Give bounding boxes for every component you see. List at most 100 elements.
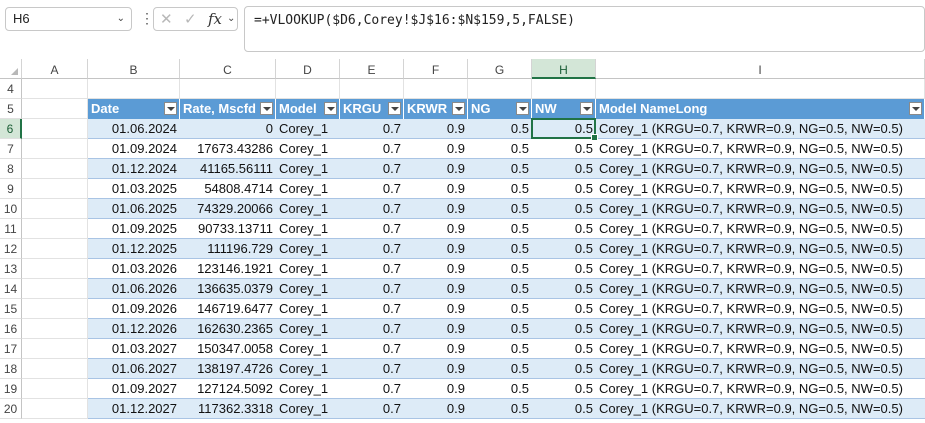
chevron-down-icon[interactable]: ⌄ <box>117 8 125 30</box>
table-cell[interactable]: 146719.6477 <box>180 299 276 319</box>
table-cell[interactable]: 0.7 <box>340 179 404 199</box>
empty-cell[interactable] <box>22 299 88 319</box>
check-icon[interactable]: ✓ <box>184 10 197 28</box>
empty-cell[interactable] <box>22 259 88 279</box>
column-header-e[interactable]: E <box>340 59 404 79</box>
empty-cell[interactable] <box>276 79 340 99</box>
row-header-7[interactable]: 7 <box>0 139 22 159</box>
table-cell[interactable]: Corey_1 (KRGU=0.7, KRWR=0.9, NG=0.5, NW=… <box>596 179 925 199</box>
table-cell[interactable]: Corey_1 (KRGU=0.7, KRWR=0.9, NG=0.5, NW=… <box>596 199 925 219</box>
name-box[interactable]: H6 ⌄ <box>5 7 132 31</box>
filter-dropdown-icon[interactable] <box>324 102 337 115</box>
table-header-cell[interactable]: Rate, Mscfd <box>180 99 276 119</box>
table-cell[interactable]: 0.7 <box>340 299 404 319</box>
table-header-cell[interactable]: Model <box>276 99 340 119</box>
column-header-f[interactable]: F <box>404 59 468 79</box>
table-cell[interactable]: 0.5 <box>532 119 596 139</box>
filter-dropdown-icon[interactable] <box>909 102 922 115</box>
filter-dropdown-icon[interactable] <box>260 102 273 115</box>
table-cell[interactable]: 01.12.2024 <box>88 159 180 179</box>
table-cell[interactable]: 0.5 <box>532 379 596 399</box>
table-cell[interactable]: 01.12.2027 <box>88 399 180 419</box>
table-cell[interactable]: Corey_1 <box>276 259 340 279</box>
table-cell[interactable]: Corey_1 (KRGU=0.7, KRWR=0.9, NG=0.5, NW=… <box>596 359 925 379</box>
table-cell[interactable]: 0.7 <box>340 339 404 359</box>
row-header-8[interactable]: 8 <box>0 159 22 179</box>
table-cell[interactable]: 0.7 <box>340 259 404 279</box>
table-cell[interactable]: Corey_1 <box>276 399 340 419</box>
table-cell[interactable]: 01.09.2025 <box>88 219 180 239</box>
table-cell[interactable]: 136635.0379 <box>180 279 276 299</box>
table-cell[interactable]: 0.7 <box>340 379 404 399</box>
table-cell[interactable]: Corey_1 <box>276 119 340 139</box>
table-cell[interactable]: 0.5 <box>468 139 532 159</box>
table-cell[interactable]: 74329.20066 <box>180 199 276 219</box>
table-cell[interactable]: 138197.4726 <box>180 359 276 379</box>
close-icon[interactable]: ✕ <box>160 10 173 28</box>
empty-cell[interactable] <box>22 199 88 219</box>
table-cell[interactable]: Corey_1 <box>276 199 340 219</box>
table-cell[interactable]: Corey_1 <box>276 139 340 159</box>
filter-dropdown-icon[interactable] <box>580 102 593 115</box>
table-header-cell[interactable]: Date <box>88 99 180 119</box>
table-cell[interactable]: 54808.4714 <box>180 179 276 199</box>
empty-cell[interactable] <box>22 359 88 379</box>
table-cell[interactable]: 0.7 <box>340 119 404 139</box>
filter-dropdown-icon[interactable] <box>388 102 401 115</box>
table-cell[interactable]: 0.9 <box>404 339 468 359</box>
more-options-icon[interactable]: ⋮ <box>140 10 154 27</box>
table-cell[interactable]: 0.9 <box>404 299 468 319</box>
table-cell[interactable]: 0.5 <box>532 359 596 379</box>
table-cell[interactable]: 0 <box>180 119 276 139</box>
table-cell[interactable]: 0.7 <box>340 199 404 219</box>
table-cell[interactable]: 0.5 <box>532 159 596 179</box>
table-cell[interactable]: Corey_1 <box>276 179 340 199</box>
table-cell[interactable]: 0.7 <box>340 359 404 379</box>
row-header-14[interactable]: 14 <box>0 279 22 299</box>
column-header-g[interactable]: G <box>468 59 532 79</box>
formula-input[interactable]: =+VLOOKUP($D6,Corey!$J$16:$N$159,5,FALSE… <box>244 6 925 52</box>
table-cell[interactable]: 0.5 <box>532 259 596 279</box>
table-cell[interactable]: Corey_1 (KRGU=0.7, KRWR=0.9, NG=0.5, NW=… <box>596 279 925 299</box>
table-cell[interactable]: Corey_1 (KRGU=0.7, KRWR=0.9, NG=0.5, NW=… <box>596 119 925 139</box>
empty-cell[interactable] <box>22 219 88 239</box>
row-header-19[interactable]: 19 <box>0 379 22 399</box>
empty-cell[interactable] <box>22 79 88 99</box>
table-cell[interactable]: Corey_1 (KRGU=0.7, KRWR=0.9, NG=0.5, NW=… <box>596 299 925 319</box>
table-cell[interactable]: 0.9 <box>404 279 468 299</box>
table-cell[interactable]: 0.7 <box>340 239 404 259</box>
table-cell[interactable]: 0.5 <box>468 199 532 219</box>
table-cell[interactable]: Corey_1 <box>276 379 340 399</box>
table-cell[interactable]: Corey_1 <box>276 319 340 339</box>
row-header-11[interactable]: 11 <box>0 219 22 239</box>
column-header-d[interactable]: D <box>276 59 340 79</box>
empty-cell[interactable] <box>596 79 925 99</box>
table-cell[interactable]: 01.06.2026 <box>88 279 180 299</box>
table-cell[interactable]: 150347.0058 <box>180 339 276 359</box>
row-header-12[interactable]: 12 <box>0 239 22 259</box>
table-cell[interactable]: 0.9 <box>404 199 468 219</box>
table-cell[interactable]: Corey_1 (KRGU=0.7, KRWR=0.9, NG=0.5, NW=… <box>596 339 925 359</box>
table-cell[interactable]: 0.5 <box>468 359 532 379</box>
table-cell[interactable]: 01.06.2027 <box>88 359 180 379</box>
column-header-h[interactable]: H <box>532 59 596 79</box>
empty-cell[interactable] <box>22 159 88 179</box>
table-cell[interactable]: 0.5 <box>532 199 596 219</box>
fx-icon[interactable]: fx <box>208 10 222 28</box>
empty-cell[interactable] <box>88 79 180 99</box>
table-cell[interactable]: 01.03.2025 <box>88 179 180 199</box>
table-cell[interactable]: Corey_1 (KRGU=0.7, KRWR=0.9, NG=0.5, NW=… <box>596 239 925 259</box>
table-cell[interactable]: Corey_1 <box>276 279 340 299</box>
table-cell[interactable]: 0.9 <box>404 159 468 179</box>
chevron-down-icon[interactable]: ⌄ <box>227 13 235 24</box>
row-header-16[interactable]: 16 <box>0 319 22 339</box>
table-cell[interactable]: 117362.3318 <box>180 399 276 419</box>
table-cell[interactable]: 0.9 <box>404 179 468 199</box>
table-cell[interactable]: 111196.729 <box>180 239 276 259</box>
table-cell[interactable]: 0.7 <box>340 159 404 179</box>
table-cell[interactable]: 0.5 <box>468 239 532 259</box>
table-cell[interactable]: Corey_1 (KRGU=0.7, KRWR=0.9, NG=0.5, NW=… <box>596 159 925 179</box>
table-cell[interactable]: 01.03.2026 <box>88 259 180 279</box>
table-cell[interactable]: 41165.56111 <box>180 159 276 179</box>
table-cell[interactable]: 0.9 <box>404 239 468 259</box>
